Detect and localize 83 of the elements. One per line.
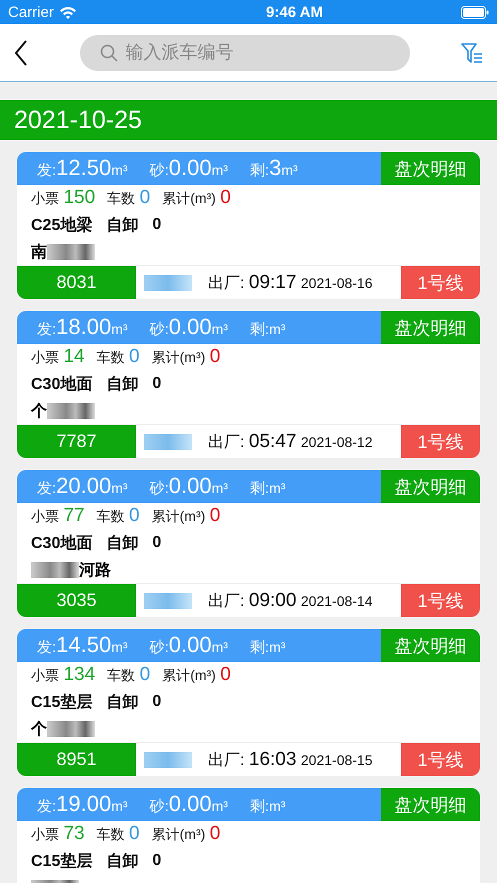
depart-time: 出厂: 09:00 2021-08-14 — [208, 590, 373, 612]
unload-method: 自卸 — [106, 216, 138, 236]
line-label: 1号线 — [401, 425, 480, 458]
count-stat: 车数 0 — [96, 505, 140, 527]
vehicle-number: 8951 — [17, 743, 136, 776]
count-stat: 累计(m³) 0 — [152, 346, 220, 368]
volume-stat: 剩:m³ — [250, 797, 286, 816]
volume-stat: 剩:m³ — [250, 479, 286, 498]
volume-stat: 发:12.50m³ — [37, 155, 128, 181]
address-text: 个 — [31, 402, 47, 422]
blurred-text — [47, 721, 95, 737]
battery-icon — [461, 6, 489, 18]
count-stat: 小票 73 — [31, 823, 85, 845]
volume-stat: 发:20.00m³ — [37, 473, 128, 499]
wifi-icon — [58, 6, 77, 18]
unload-method: 自卸 — [106, 692, 138, 712]
unload-method: 自卸 — [106, 374, 138, 394]
line-label: 1号线 — [401, 584, 480, 617]
volume-stat: 剩:m³ — [250, 320, 286, 339]
unload-value: 0 — [152, 216, 162, 234]
count-stat: 车数 0 — [96, 346, 140, 368]
unload-method: 自卸 — [106, 852, 138, 872]
volume-stat: 砂:0.00m³ — [150, 473, 228, 499]
volume-stat: 砂:0.00m³ — [150, 791, 228, 817]
line-label: 1号线 — [401, 743, 480, 776]
product-name: C30地面 — [31, 374, 92, 394]
volume-stat: 剩:3m³ — [250, 155, 298, 181]
product-name: C30地面 — [31, 534, 92, 554]
carrier-label: Carrier — [8, 4, 54, 20]
count-stat: 小票 134 — [31, 664, 96, 686]
volume-stat: 发:19.00m³ — [37, 791, 128, 817]
clock-time: 9:46 AM — [266, 4, 323, 20]
count-stat: 小票 150 — [31, 187, 96, 209]
detail-button[interactable]: 盘次明细 — [381, 788, 480, 821]
vehicle-number: 7787 — [17, 425, 136, 458]
detail-button[interactable]: 盘次明细 — [381, 629, 480, 662]
unload-value: 0 — [152, 375, 162, 393]
volume-stat: 剩:m³ — [250, 638, 286, 657]
unload-value: 0 — [152, 534, 162, 552]
blurred-text — [144, 434, 192, 450]
unload-value: 0 — [152, 693, 162, 711]
volume-stat: 发:14.50m³ — [37, 632, 128, 658]
blurred-text — [31, 562, 79, 578]
blurred-text — [47, 403, 95, 419]
unload-value: 0 — [152, 852, 162, 870]
product-name: C25地梁 — [31, 215, 92, 236]
blurred-text — [144, 592, 192, 608]
count-stat: 车数 0 — [96, 823, 140, 845]
volume-stat: 砂:0.00m³ — [150, 155, 228, 181]
blurred-text — [144, 274, 192, 290]
volume-stat: 砂:0.00m³ — [150, 632, 228, 658]
vehicle-number: 3035 — [17, 584, 136, 617]
count-stat: 累计(m³) 0 — [152, 823, 220, 845]
volume-stat: 砂:0.00m³ — [150, 314, 228, 340]
detail-button[interactable]: 盘次明细 — [381, 152, 480, 185]
unload-method: 自卸 — [106, 534, 138, 554]
count-stat: 累计(m³) 0 — [162, 187, 231, 209]
vehicle-number: 8031 — [17, 266, 136, 299]
address-text: 河路 — [79, 560, 111, 580]
search-icon — [100, 44, 118, 62]
detail-button[interactable]: 盘次明细 — [381, 311, 480, 344]
filter-icon[interactable] — [461, 42, 483, 64]
line-label: 1号线 — [401, 266, 480, 299]
search-field[interactable]: 输入派车编号 — [80, 34, 410, 70]
product-name: C15垫层 — [31, 852, 92, 872]
count-stat: 车数 0 — [107, 187, 150, 209]
blurred-text — [144, 752, 192, 768]
address-text: 南 — [31, 242, 47, 262]
volume-stat: 发:18.00m³ — [37, 314, 128, 340]
depart-time: 出厂: 09:17 2021-08-16 — [208, 272, 373, 294]
detail-button[interactable]: 盘次明细 — [381, 470, 480, 503]
count-stat: 小票 14 — [31, 346, 85, 368]
depart-time: 出厂: 05:47 2021-08-12 — [208, 430, 373, 452]
count-stat: 累计(m³) 0 — [152, 505, 220, 527]
address-text: 个 — [31, 720, 47, 740]
depart-time: 出厂: 16:03 2021-08-15 — [208, 748, 373, 770]
count-stat: 车数 0 — [107, 664, 150, 686]
product-name: C15垫层 — [31, 692, 92, 712]
date-header: 2021-10-25 — [0, 100, 497, 140]
count-stat: 小票 77 — [31, 505, 85, 527]
count-stat: 累计(m³) 0 — [162, 664, 231, 686]
back-icon[interactable] — [14, 40, 28, 66]
blurred-text — [47, 244, 95, 260]
